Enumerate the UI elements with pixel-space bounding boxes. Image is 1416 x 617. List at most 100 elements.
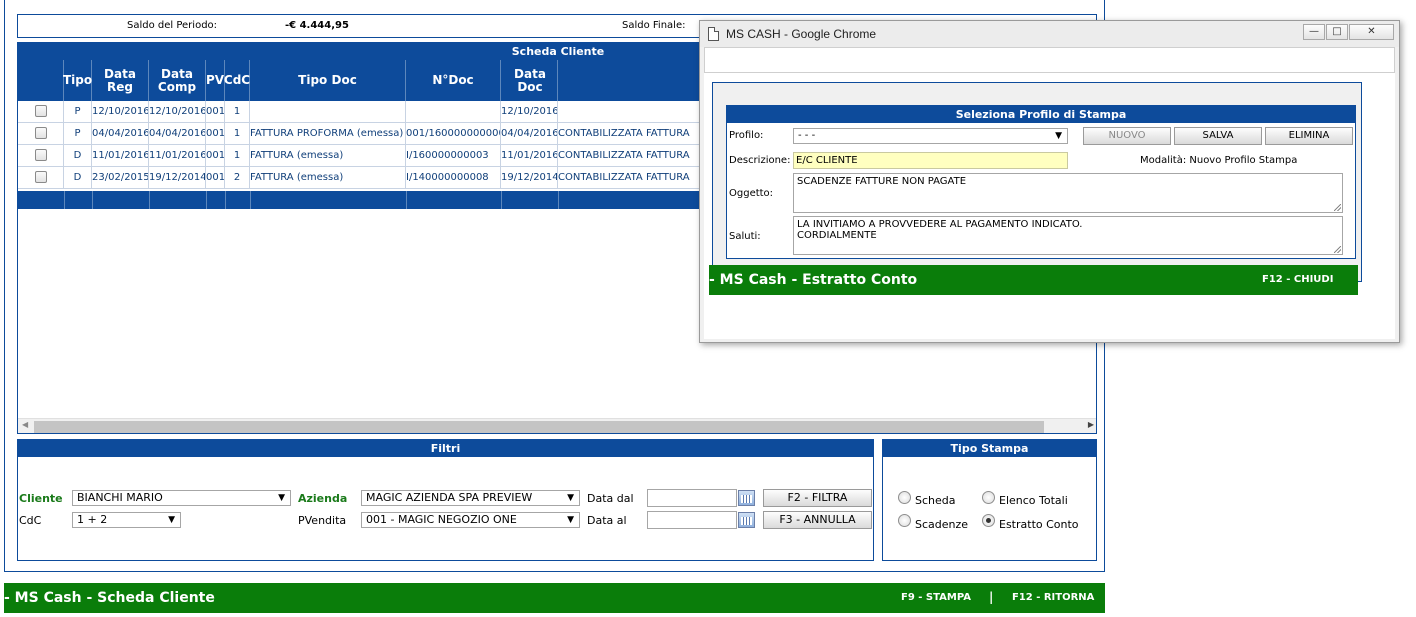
cell-data-reg: 23/02/2015 xyxy=(92,167,149,189)
tipo-stampa-title: Tipo Stampa xyxy=(883,440,1096,457)
profile-panel: Seleziona Profilo di Stampa Profilo: - -… xyxy=(726,105,1356,259)
column-header-cdc[interactable]: CdC xyxy=(224,60,250,101)
data-dal-input[interactable] xyxy=(647,489,737,507)
cell-cdc: 1 xyxy=(225,123,250,145)
data-dal-label: Data dal xyxy=(587,492,634,505)
option-estratto-conto-label[interactable]: Estratto Conto xyxy=(999,518,1079,531)
popup-titlebar[interactable]: MS CASH - Google Chrome — □ ✕ xyxy=(700,21,1399,47)
cell-data-comp: 04/04/2016 xyxy=(149,123,206,145)
calendar-icon[interactable] xyxy=(738,512,755,528)
saldo-periodo-label: Saldo del Periodo: xyxy=(127,20,218,31)
filters-title: Filtri xyxy=(18,440,873,457)
cell-data-reg: 04/04/2016 xyxy=(92,123,149,145)
scrollbar-thumb[interactable] xyxy=(34,421,1044,433)
column-header-select xyxy=(18,60,64,101)
cell-tipo: D xyxy=(64,167,92,189)
horizontal-scrollbar[interactable]: ◀ ▶ xyxy=(18,418,1096,433)
pvendita-label: PVendita xyxy=(298,514,347,527)
column-header-n-doc[interactable]: N°Doc xyxy=(406,60,501,101)
azienda-value: MAGIC AZIENDA SPA PREVIEW xyxy=(366,491,533,504)
cdc-select[interactable]: 1 + 2 ▼ xyxy=(72,512,181,528)
cell-data-doc: 12/10/2016 xyxy=(501,101,558,123)
filtra-button[interactable]: F2 - FILTRA xyxy=(763,489,872,507)
profilo-label: Profilo: xyxy=(729,130,764,141)
cell-pv: 001 xyxy=(206,101,225,123)
cell-tipo-doc xyxy=(250,101,406,123)
data-al-input[interactable] xyxy=(647,511,737,529)
maximize-icon[interactable]: □ xyxy=(1326,24,1348,40)
radio-icon[interactable] xyxy=(982,514,995,527)
cell-tipo-doc: FATTURA (emessa) xyxy=(250,145,406,167)
option-elenco-totali-label[interactable]: Elenco Totali xyxy=(999,494,1068,507)
profile-outer-panel: Seleziona Profilo di Stampa Profilo: - -… xyxy=(712,82,1362,282)
azienda-label: Azienda xyxy=(298,492,348,505)
option-scadenze-label[interactable]: Scadenze xyxy=(915,518,968,531)
cliente-label: Cliente xyxy=(19,492,63,505)
popup-address-bar[interactable] xyxy=(704,47,1395,73)
cell-n-doc: I/140000000008 xyxy=(406,167,501,189)
descrizione-input[interactable]: E/C CLIENTE xyxy=(793,152,1068,169)
oggetto-textarea[interactable]: SCADENZE FATTURE NON PAGATE xyxy=(793,173,1343,213)
dropdown-arrow-icon: ▼ xyxy=(168,515,175,525)
column-header-tipo-doc[interactable]: Tipo Doc xyxy=(250,60,406,101)
cell-tipo-doc: FATTURA PROFORMA (emessa) xyxy=(250,123,406,145)
cell-cdc: 1 xyxy=(225,101,250,123)
annulla-button[interactable]: F3 - ANNULLA xyxy=(763,511,872,529)
column-header-data-reg[interactable]: Data Reg xyxy=(92,60,149,101)
cell-pv: 001 xyxy=(206,123,225,145)
column-header-pv[interactable]: PV xyxy=(206,60,225,101)
cell-n-doc: 001/1600000000001 xyxy=(406,123,501,145)
saluti-textarea[interactable]: LA INVITIAMO A PROVVEDERE AL PAGAMENTO I… xyxy=(793,216,1343,255)
column-header-data-comp[interactable]: Data Comp xyxy=(149,60,206,101)
salva-button[interactable]: SALVA xyxy=(1174,127,1262,145)
dropdown-arrow-icon: ▼ xyxy=(1055,131,1062,141)
azienda-select[interactable]: MAGIC AZIENDA SPA PREVIEW ▼ xyxy=(361,490,580,506)
cell-data-doc: 19/12/2014 xyxy=(501,167,558,189)
cell-data-reg: 12/10/2016 xyxy=(92,101,149,123)
column-header-tipo[interactable]: Tipo xyxy=(63,60,92,101)
nuovo-button[interactable]: NUOVO xyxy=(1083,127,1171,145)
calendar-icon[interactable] xyxy=(738,490,755,506)
column-header-data-doc[interactable]: Data Doc xyxy=(501,60,558,101)
cell-tipo-doc: FATTURA (emessa) xyxy=(250,167,406,189)
option-scheda-label[interactable]: Scheda xyxy=(915,494,956,507)
cell-data-doc: 11/01/2016 xyxy=(501,145,558,167)
ritorna-shortcut[interactable]: F12 - RITORNA xyxy=(1012,592,1094,603)
popup-window-title: MS CASH - Google Chrome xyxy=(726,27,877,41)
scroll-right-icon[interactable]: ▶ xyxy=(1088,420,1094,429)
chiudi-shortcut[interactable]: F12 - CHIUDI xyxy=(1262,274,1333,285)
cell-pv: 001 xyxy=(206,167,225,189)
saluti-label: Saluti: xyxy=(729,231,761,242)
document-icon xyxy=(708,27,719,41)
descrizione-label: Descrizione: xyxy=(729,155,791,166)
popup-content: Seleziona Profilo di Stampa Profilo: - -… xyxy=(704,73,1395,339)
cell-cdc: 1 xyxy=(225,145,250,167)
dropdown-arrow-icon: ▼ xyxy=(567,515,574,525)
filters-panel: Filtri Cliente BIANCHI MARIO ▼ CdC 1 + 2… xyxy=(17,439,874,561)
tipo-stampa-panel: Tipo Stampa Scheda Elenco Totali Scadenz… xyxy=(882,439,1097,561)
cell-cdc: 2 xyxy=(225,167,250,189)
elimina-button[interactable]: ELIMINA xyxy=(1265,127,1353,145)
dropdown-arrow-icon: ▼ xyxy=(278,493,285,503)
cell-n-doc: I/160000000003 xyxy=(406,145,501,167)
dropdown-arrow-icon: ▼ xyxy=(567,493,574,503)
pvendita-value: 001 - MAGIC NEGOZIO ONE xyxy=(366,513,517,526)
popup-bottom-bar: - MS Cash - Estratto Conto F12 - CHIUDI xyxy=(709,265,1358,295)
scroll-left-icon[interactable]: ◀ xyxy=(22,420,28,429)
pvendita-select[interactable]: 001 - MAGIC NEGOZIO ONE ▼ xyxy=(361,512,580,528)
cell-tipo: P xyxy=(64,123,92,145)
cliente-select[interactable]: BIANCHI MARIO ▼ xyxy=(72,490,291,506)
stampa-shortcut[interactable]: F9 - STAMPA xyxy=(901,592,971,603)
profilo-value: - - - xyxy=(798,130,816,141)
minimize-icon[interactable]: — xyxy=(1303,24,1325,40)
radio-icon[interactable] xyxy=(898,514,911,527)
radio-icon[interactable] xyxy=(898,491,911,504)
close-icon[interactable]: ✕ xyxy=(1349,24,1394,40)
profilo-select[interactable]: - - - ▼ xyxy=(793,128,1068,144)
radio-icon[interactable] xyxy=(982,491,995,504)
bottom-bar: - MS Cash - Scheda Cliente F9 - STAMPA |… xyxy=(4,583,1105,613)
cell-data-comp: 11/01/2016 xyxy=(149,145,206,167)
cell-pv: 001 xyxy=(206,145,225,167)
bottom-bar-title: - MS Cash - Scheda Cliente xyxy=(4,590,215,606)
cell-tipo: P xyxy=(64,101,92,123)
